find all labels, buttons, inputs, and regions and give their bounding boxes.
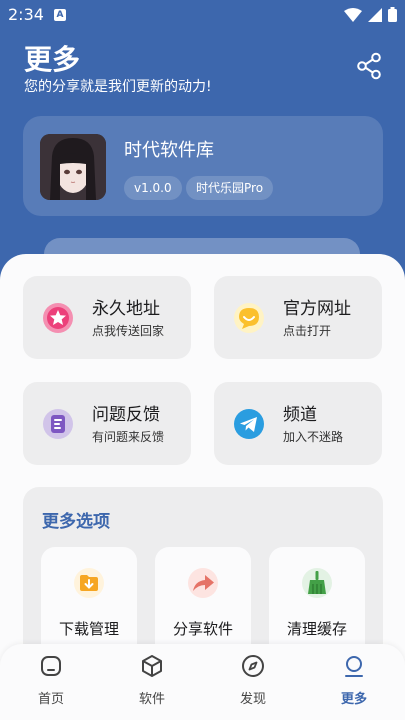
card-channel[interactable]: 频道 加入不迷路 bbox=[214, 382, 382, 465]
option-label: 清理缓存 bbox=[286, 620, 347, 638]
app-info-card: 时代软件库 v1.0.0 时代乐园Pro bbox=[23, 116, 383, 216]
compass-icon bbox=[242, 655, 264, 677]
tab-software[interactable]: 软件 bbox=[117, 654, 187, 714]
system-icons bbox=[344, 7, 397, 22]
notification-icon: A bbox=[54, 9, 66, 21]
cube-icon bbox=[142, 655, 162, 677]
tab-label: 发现 bbox=[239, 692, 266, 707]
share-arrow-icon bbox=[188, 568, 218, 598]
card-subtitle: 点击打开 bbox=[283, 324, 332, 338]
section-title: 更多选项 bbox=[42, 512, 110, 532]
card-subtitle: 加入不迷路 bbox=[283, 430, 344, 444]
card-feedback[interactable]: 问题反馈 有问题来反馈 bbox=[23, 382, 191, 465]
card-permanent-address[interactable]: 永久地址 点我传送回家 bbox=[23, 276, 191, 359]
star-icon bbox=[43, 303, 73, 333]
tab-label: 首页 bbox=[37, 692, 64, 707]
broom-icon bbox=[302, 568, 332, 598]
bottom-tab-bar: 首页 软件 发现 更多 bbox=[0, 644, 405, 720]
telegram-icon bbox=[234, 409, 264, 439]
page-title: 更多 bbox=[24, 43, 81, 76]
edition-badge: 时代乐园Pro bbox=[186, 176, 274, 200]
tab-home[interactable]: 首页 bbox=[16, 654, 86, 714]
app-avatar bbox=[40, 134, 106, 200]
smile-chat-icon bbox=[234, 303, 264, 333]
card-title: 频道 bbox=[283, 405, 317, 425]
tab-discover[interactable]: 发现 bbox=[218, 654, 288, 714]
card-title: 永久地址 bbox=[92, 299, 160, 319]
card-subtitle: 有问题来反馈 bbox=[92, 430, 165, 444]
option-label: 分享软件 bbox=[172, 620, 233, 638]
signal-icon bbox=[368, 7, 382, 22]
status-bar: 2:34 A bbox=[0, 0, 405, 30]
more-person-icon bbox=[345, 656, 363, 677]
version-badge: v1.0.0 bbox=[124, 176, 182, 200]
download-folder-icon bbox=[74, 568, 104, 598]
app-name: 时代软件库 bbox=[124, 140, 214, 161]
wifi-icon bbox=[344, 7, 362, 22]
option-label: 下载管理 bbox=[58, 620, 119, 638]
feedback-doc-icon bbox=[43, 409, 73, 439]
home-icon bbox=[41, 656, 61, 676]
tab-label: 软件 bbox=[138, 692, 165, 707]
card-official-site[interactable]: 官方网址 点击打开 bbox=[214, 276, 382, 359]
status-time: 2:34 bbox=[8, 5, 44, 24]
tab-label: 更多 bbox=[340, 692, 367, 707]
share-icon[interactable] bbox=[355, 52, 383, 80]
card-title: 问题反馈 bbox=[92, 405, 160, 425]
page-subtitle: 您的分享就是我们更新的动力! bbox=[24, 79, 212, 95]
tab-more[interactable]: 更多 bbox=[319, 654, 389, 714]
card-title: 官方网址 bbox=[283, 299, 351, 319]
card-subtitle: 点我传送回家 bbox=[92, 324, 165, 338]
battery-icon bbox=[388, 7, 397, 22]
